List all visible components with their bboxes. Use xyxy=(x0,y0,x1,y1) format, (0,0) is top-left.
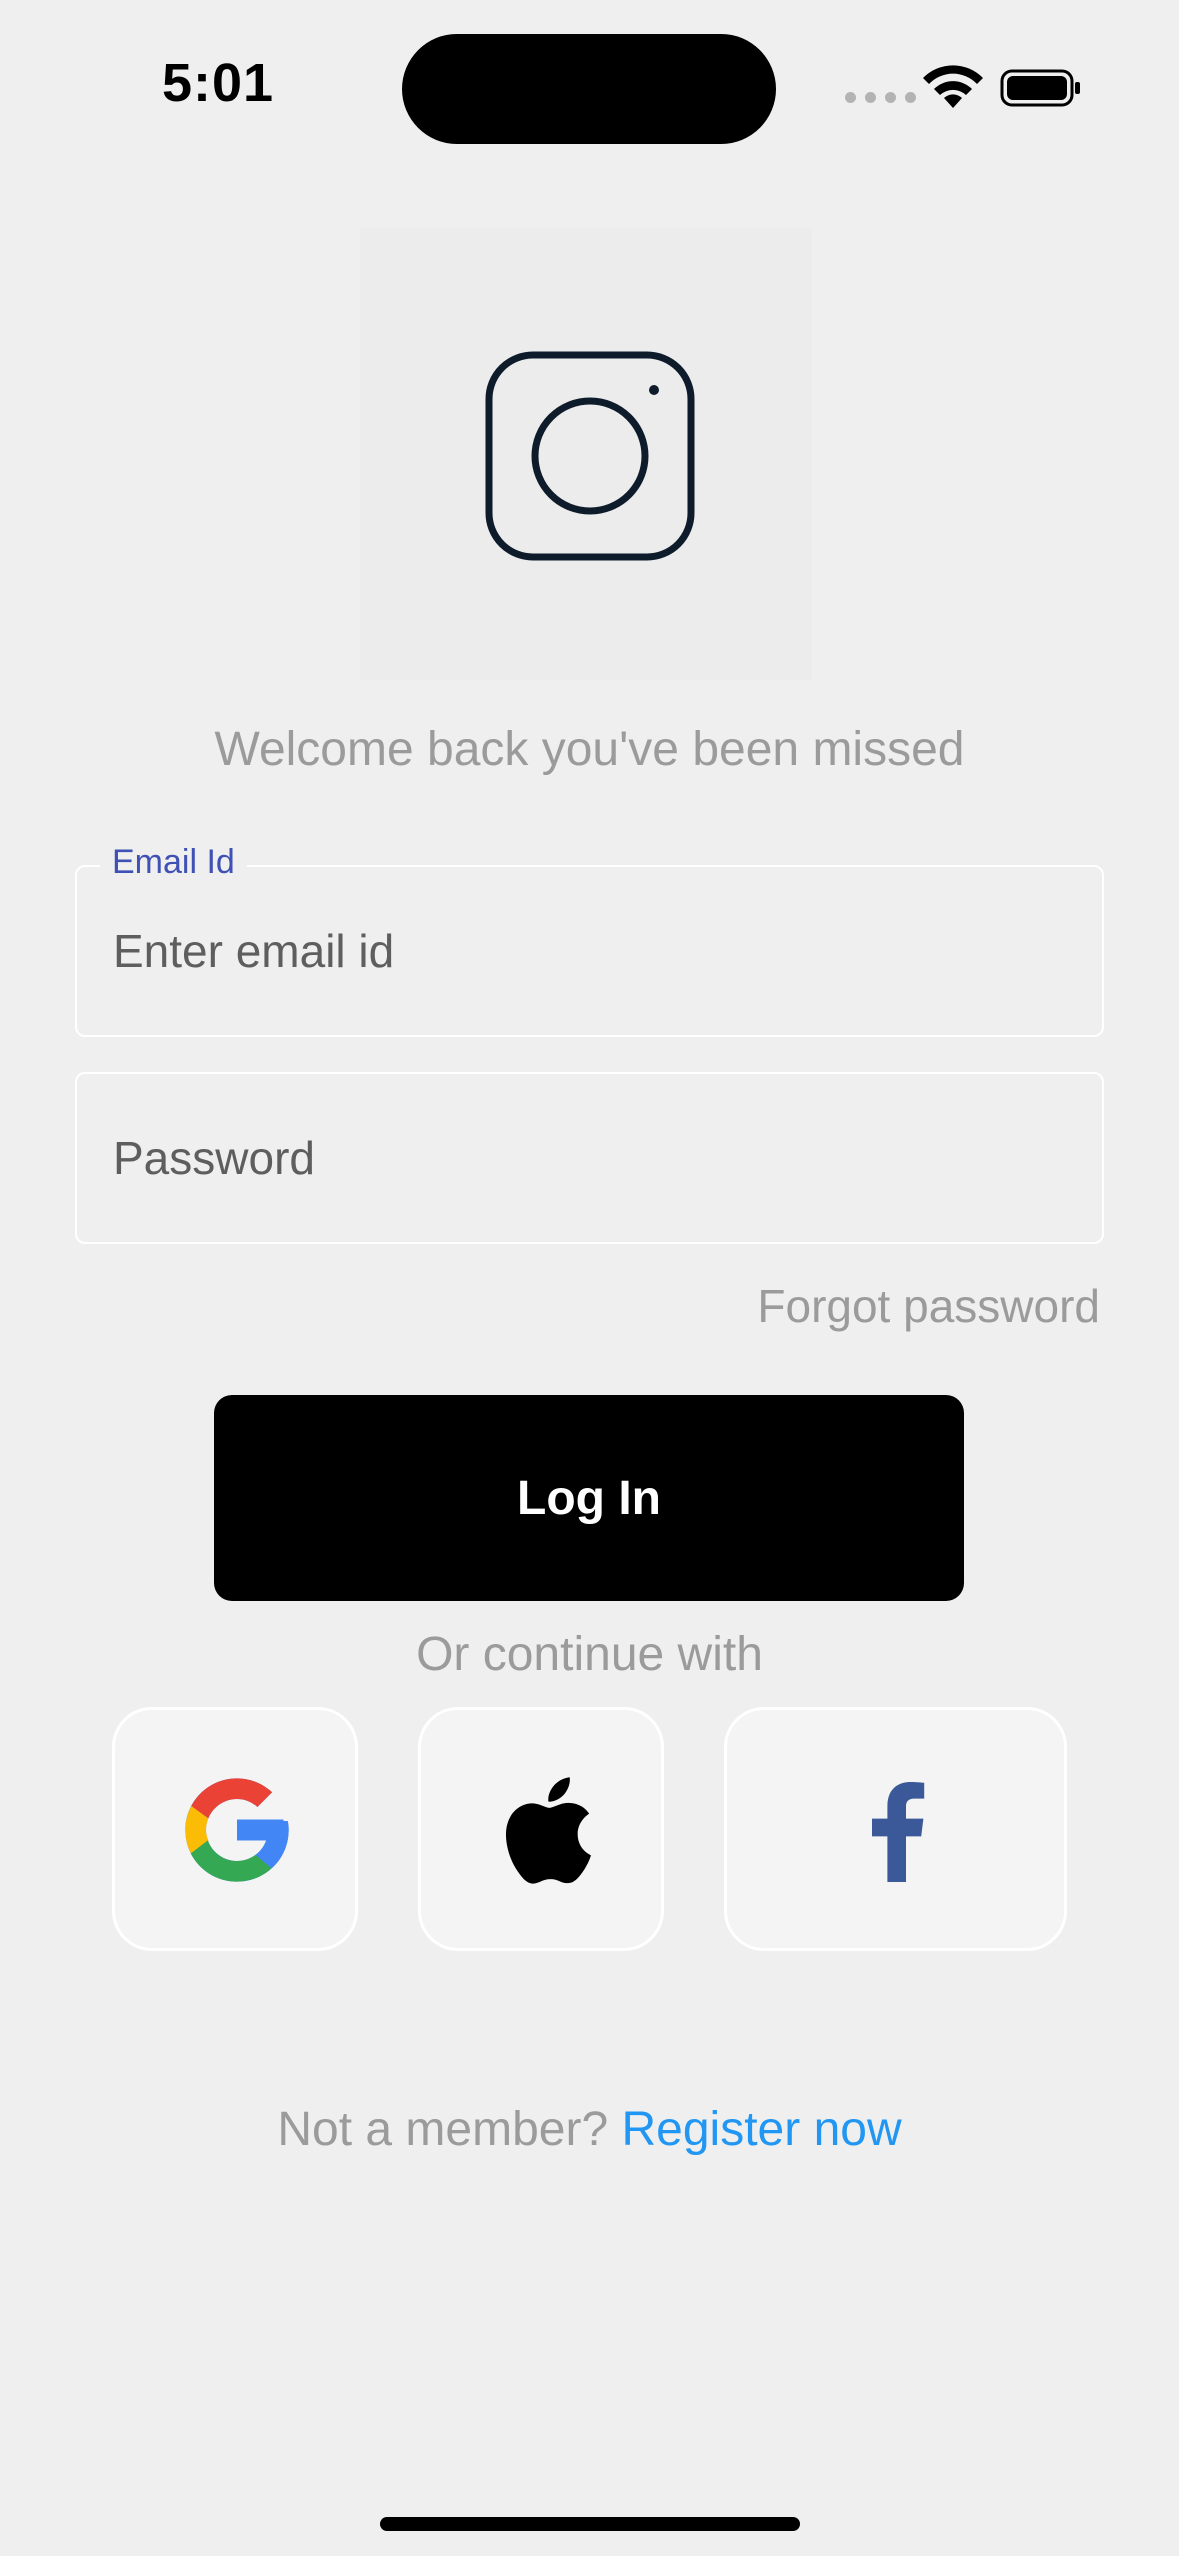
google-login-button[interactable] xyxy=(112,1707,358,1951)
facebook-icon xyxy=(872,1782,925,1882)
wifi-icon xyxy=(923,65,983,108)
email-field-label: Email Id xyxy=(100,843,247,882)
register-prompt: Not a member? Register now xyxy=(0,2102,1179,2157)
password-field[interactable] xyxy=(75,1072,1104,1244)
apple-login-button[interactable] xyxy=(418,1707,664,1951)
home-indicator xyxy=(380,2517,800,2531)
welcome-text: Welcome back you've been missed xyxy=(214,723,965,776)
google-icon xyxy=(185,1778,289,1882)
or-continue-text: Or continue with xyxy=(416,1628,763,1681)
cellular-signal-icon xyxy=(845,92,916,103)
email-field[interactable] xyxy=(75,865,1104,1037)
status-time: 5:01 xyxy=(162,53,275,113)
password-input[interactable] xyxy=(113,1074,1053,1242)
email-input[interactable] xyxy=(113,867,1053,1035)
login-button[interactable]: Log In xyxy=(214,1395,964,1601)
dynamic-island xyxy=(402,34,776,144)
camera-logo-icon xyxy=(485,351,695,561)
battery-icon xyxy=(1000,69,1080,107)
register-prompt-text: Not a member? xyxy=(277,2103,609,2156)
apple-icon xyxy=(505,1777,591,1884)
register-now-link[interactable]: Register now xyxy=(622,2103,902,2156)
forgot-password-link[interactable]: Forgot password xyxy=(757,1279,1100,1333)
facebook-login-button[interactable] xyxy=(724,1707,1067,1951)
